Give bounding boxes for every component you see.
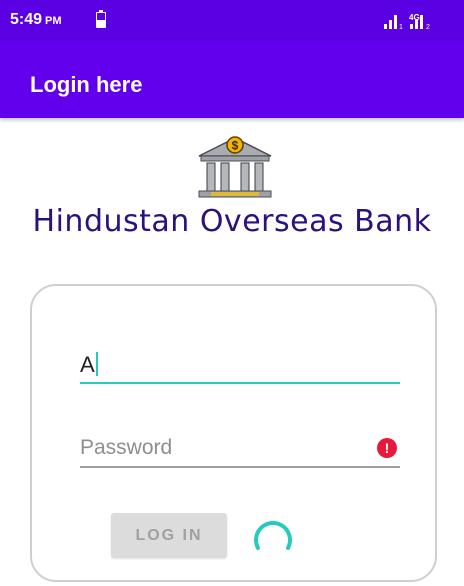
app-title: Login here — [30, 72, 143, 97]
username-field[interactable]: A — [80, 340, 400, 384]
login-button[interactable]: LOG IN — [111, 513, 227, 558]
status-time: 5:49 PM — [10, 11, 62, 29]
progress-spinner — [254, 521, 292, 550]
sim1-index: 1 — [399, 24, 403, 30]
sim2-index: 2 — [426, 24, 430, 30]
username-text: A — [80, 352, 95, 377]
status-bar: 5:49 PM 1 4G 2 — [0, 0, 464, 40]
battery-icon — [96, 10, 106, 28]
status-time-value: 5:49 — [10, 11, 43, 28]
app-bar: Login here — [0, 40, 464, 118]
text-cursor — [95, 352, 98, 376]
coin-symbol: $ — [232, 139, 239, 153]
error-icon: ! — [377, 438, 397, 458]
password-field[interactable]: Password ! — [80, 430, 400, 468]
network-type: 4G — [409, 13, 420, 22]
username-value[interactable]: A — [80, 352, 98, 378]
password-placeholder: Password — [80, 436, 173, 459]
status-ampm: PM — [45, 15, 62, 27]
bank-name: Hindustan Overseas Bank — [32, 204, 432, 239]
bank-building-icon: $ — [198, 136, 272, 198]
signal-icon: 1 4G 2 — [384, 13, 430, 30]
